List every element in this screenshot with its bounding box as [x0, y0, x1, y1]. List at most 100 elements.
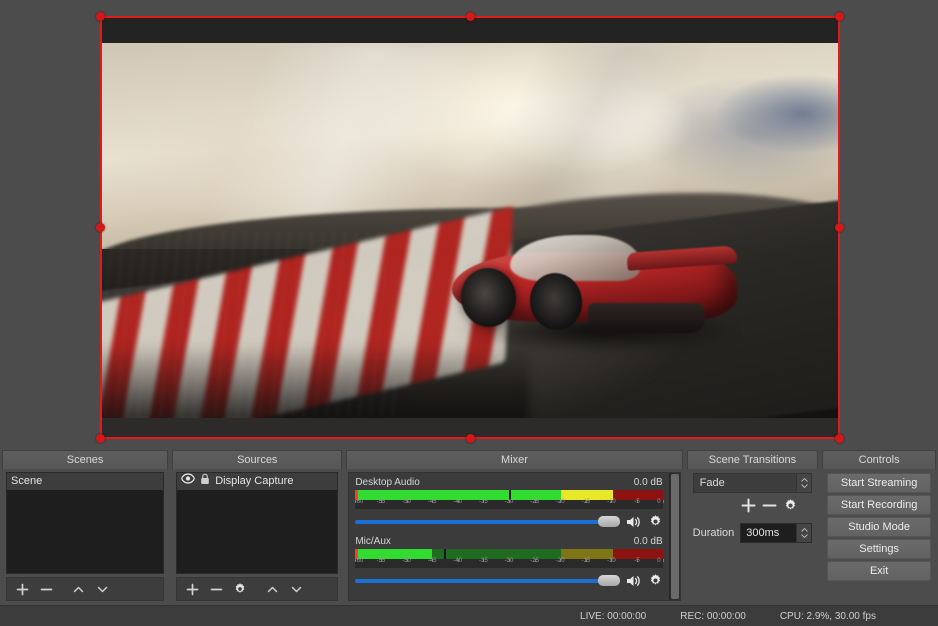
scenes-list[interactable]: Scene: [6, 472, 164, 574]
scenes-dock-body: Scene: [2, 469, 168, 605]
mixer-dock: Mixer Desktop Audio0.0 dB-60-55-50-45-40…: [346, 450, 682, 605]
transition-properties-button[interactable]: [783, 498, 798, 518]
controls-dock-body: Start StreamingStart RecordingStudio Mod…: [822, 469, 936, 605]
mixer-track: Desktop Audio0.0 dB-60-55-50-45-40-35-30…: [355, 477, 662, 529]
mixer-scroll-area: Desktop Audio0.0 dB-60-55-50-45-40-35-30…: [348, 472, 680, 601]
meter-tick: [663, 500, 664, 503]
mixer-track: Mic/Aux0.0 dB-60-55-50-45-40-35-30-25-20…: [355, 536, 662, 588]
duration-label: Duration: [693, 527, 735, 539]
add-scene-button[interactable]: [11, 579, 33, 599]
meter-tick-label: -25: [530, 499, 539, 505]
transitions-dock-title: Scene Transitions: [687, 450, 819, 469]
start-recording-button[interactable]: Start Recording: [827, 495, 931, 515]
volume-slider-groove: [355, 520, 619, 524]
move-source-down-button[interactable]: [285, 579, 307, 599]
transitions-dock-body: Fade: [687, 469, 819, 605]
resize-handle-top-right[interactable]: [835, 12, 844, 21]
meter-tick-label: 0: [657, 499, 660, 505]
exit-button[interactable]: Exit: [827, 561, 931, 581]
speaker-icon[interactable]: [626, 574, 642, 588]
resize-handle-top-center[interactable]: [466, 12, 475, 21]
meter-tick-label: 0: [657, 558, 660, 564]
source-list-item[interactable]: Display Capture: [177, 473, 337, 490]
mixer-track-db: 0.0 dB: [634, 536, 663, 547]
remove-source-button[interactable]: [205, 579, 227, 599]
sources-dock-body: Display Capture: [172, 469, 342, 605]
live-time-status: LIVE: 00:00:00: [580, 611, 646, 622]
meter-tick-label: -20: [556, 499, 565, 505]
mixer-scrollbar[interactable]: [669, 473, 680, 600]
meter-tick-label: -10: [607, 499, 616, 505]
remove-transition-button[interactable]: [762, 498, 777, 518]
mixer-scrollbar-thumb[interactable]: [671, 474, 679, 599]
meter-tick-label: -15: [581, 499, 590, 505]
remove-scene-button[interactable]: [35, 579, 57, 599]
controls-dock: Controls Start StreamingStart RecordingS…: [822, 450, 936, 605]
status-bar: LIVE: 00:00:00 REC: 00:00:00 CPU: 2.9%, …: [0, 605, 938, 626]
transition-select-spinner[interactable]: [796, 474, 811, 492]
studio-mode-button[interactable]: Studio Mode: [827, 517, 931, 537]
mixer-track-controls: [355, 514, 662, 529]
sources-toolbar: [176, 577, 338, 601]
mixer-track-db: 0.0 dB: [634, 477, 663, 488]
duration-input[interactable]: 300ms: [740, 523, 812, 543]
duration-value: 300ms: [746, 527, 779, 539]
gear-icon[interactable]: [648, 514, 663, 529]
preview-canvas[interactable]: [101, 17, 839, 438]
cpu-fps-status: CPU: 2.9%, 30.00 fps: [780, 611, 876, 622]
mixer-dock-body: Desktop Audio0.0 dB-60-55-50-45-40-35-30…: [346, 469, 682, 605]
car-cabin: [510, 235, 640, 281]
resize-handle-bottom-center[interactable]: [466, 434, 475, 443]
speaker-icon[interactable]: [626, 515, 642, 529]
scenes-toolbar: [6, 577, 164, 601]
meter-tick-label: -35: [479, 558, 488, 564]
volume-slider-handle[interactable]: [598, 516, 620, 527]
scenes-dock-title: Scenes: [2, 450, 168, 469]
move-scene-up-button[interactable]: [67, 579, 89, 599]
sources-list[interactable]: Display Capture: [176, 472, 338, 574]
meter-tick-label: -45: [428, 499, 437, 505]
gear-icon[interactable]: [648, 573, 663, 588]
meter-tick-label: -30: [505, 558, 514, 564]
duration-spinner[interactable]: [796, 524, 811, 542]
scene-list-item[interactable]: Scene: [7, 473, 163, 490]
meter-tick: [663, 559, 664, 562]
eye-icon[interactable]: [181, 473, 195, 490]
controls-dock-title: Controls: [822, 450, 936, 469]
add-transition-button[interactable]: [741, 498, 756, 518]
settings-button[interactable]: Settings: [827, 539, 931, 559]
start-streaming-button[interactable]: Start Streaming: [827, 473, 931, 493]
dock-row: Scenes Scene: [0, 450, 938, 605]
mixer-tracks: Desktop Audio0.0 dB-60-55-50-45-40-35-30…: [349, 473, 668, 600]
meter-tick-label: -60: [355, 558, 364, 564]
motion-blur-streaks: [101, 231, 396, 419]
resize-handle-middle-right[interactable]: [835, 223, 844, 232]
meter-tick-label: -40: [453, 499, 462, 505]
volume-slider[interactable]: [355, 575, 619, 587]
meter-tick-label: -60: [355, 499, 364, 505]
resize-handle-bottom-right[interactable]: [835, 434, 844, 443]
add-source-button[interactable]: [181, 579, 203, 599]
mixer-track-name: Mic/Aux: [355, 536, 391, 547]
resize-handle-bottom-left[interactable]: [96, 434, 105, 443]
mixer-dock-title: Mixer: [346, 450, 682, 469]
source-properties-button[interactable]: [229, 579, 251, 599]
move-scene-down-button[interactable]: [91, 579, 113, 599]
mixer-track-header: Mic/Aux 0.0 dB: [355, 536, 662, 547]
transition-select-value: Fade: [700, 477, 725, 489]
resize-handle-top-left[interactable]: [96, 12, 105, 21]
volume-slider[interactable]: [355, 516, 619, 528]
volume-slider-handle[interactable]: [598, 575, 620, 586]
car-diffuser: [588, 303, 705, 333]
meter-tick-label: -5: [634, 499, 639, 505]
resize-handle-middle-left[interactable]: [96, 223, 105, 232]
lock-icon[interactable]: [200, 473, 210, 491]
meter-tick-label: -50: [402, 499, 411, 505]
volume-slider-groove: [355, 579, 619, 583]
preview-area[interactable]: [0, 0, 938, 450]
meter-tick-label: -15: [581, 558, 590, 564]
meter-tick-label: -10: [607, 558, 616, 564]
source-item-label: Display Capture: [215, 473, 293, 490]
move-source-up-button[interactable]: [261, 579, 283, 599]
transition-select[interactable]: Fade: [693, 473, 813, 493]
